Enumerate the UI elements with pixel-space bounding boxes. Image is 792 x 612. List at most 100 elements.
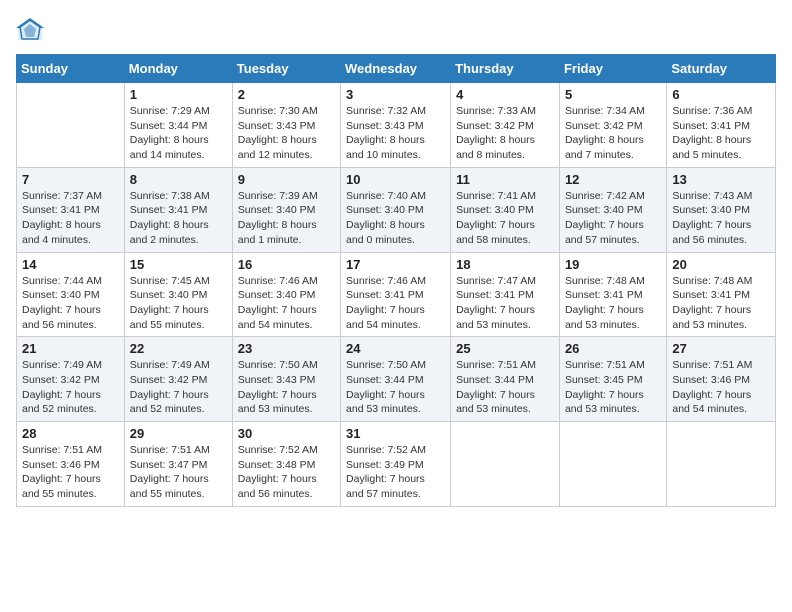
day-number: 6: [672, 87, 770, 102]
calendar-cell: [667, 422, 776, 507]
calendar-cell: 3 Sunrise: 7:32 AMSunset: 3:43 PMDaylight…: [341, 83, 451, 168]
header-day: Wednesday: [341, 55, 451, 83]
logo: [16, 16, 48, 44]
calendar-cell: 21 Sunrise: 7:49 AMSunset: 3:42 PMDayligh…: [17, 337, 125, 422]
day-number: 16: [238, 257, 335, 272]
day-info: Sunrise: 7:42 AMSunset: 3:40 PMDaylight:…: [565, 189, 661, 248]
header-row: SundayMondayTuesdayWednesdayThursdayFrid…: [17, 55, 776, 83]
day-info: Sunrise: 7:38 AMSunset: 3:41 PMDaylight:…: [130, 189, 227, 248]
day-info: Sunrise: 7:51 AMSunset: 3:46 PMDaylight:…: [22, 443, 119, 502]
calendar-cell: 11 Sunrise: 7:41 AMSunset: 3:40 PMDayligh…: [451, 167, 560, 252]
header-day: Friday: [559, 55, 666, 83]
calendar-week-row: 1Sunrise: 7:29 AMSunset: 3:44 PMDaylight…: [17, 83, 776, 168]
calendar-week-row: 14Sunrise: 7:44 AMSunset: 3:40 PMDayligh…: [17, 252, 776, 337]
calendar-cell: 25Sunrise: 7:51 AMSunset: 3:44 PMDayligh…: [451, 337, 560, 422]
calendar-table: SundayMondayTuesdayWednesdayThursdayFrid…: [16, 54, 776, 507]
day-info: Sunrise: 7:30 AMSunset: 3:43 PMDaylight:…: [238, 104, 335, 163]
calendar-cell: 10 Sunrise: 7:40 AMSunset: 3:40 PMDayligh…: [341, 167, 451, 252]
calendar-cell: 5 Sunrise: 7:34 AMSunset: 3:42 PMDaylight…: [559, 83, 666, 168]
day-info: Sunrise: 7:51 AMSunset: 3:47 PMDaylight:…: [130, 443, 227, 502]
calendar-cell: 13Sunrise: 7:43 AMSunset: 3:40 PMDayligh…: [667, 167, 776, 252]
day-number: 27: [672, 341, 770, 356]
day-number: 24: [346, 341, 445, 356]
header-day: Tuesday: [232, 55, 340, 83]
day-info: Sunrise: 7:39 AMSunset: 3:40 PMDaylight:…: [238, 189, 335, 248]
calendar-cell: [559, 422, 666, 507]
day-info: Sunrise: 7:50 AMSunset: 3:43 PMDaylight:…: [238, 358, 335, 417]
day-info: Sunrise: 7:50 AMSunset: 3:44 PMDaylight:…: [346, 358, 445, 417]
calendar-cell: 18Sunrise: 7:47 AMSunset: 3:41 PMDayligh…: [451, 252, 560, 337]
day-number: 22: [130, 341, 227, 356]
header-day: Thursday: [451, 55, 560, 83]
day-info: Sunrise: 7:52 AMSunset: 3:49 PMDaylight:…: [346, 443, 445, 502]
calendar-cell: [451, 422, 560, 507]
day-number: 21: [22, 341, 119, 356]
day-info: Sunrise: 7:46 AMSunset: 3:40 PMDaylight:…: [238, 274, 335, 333]
day-info: Sunrise: 7:32 AMSunset: 3:43 PMDaylight:…: [346, 104, 445, 163]
header: [16, 16, 776, 44]
day-number: 3: [346, 87, 445, 102]
logo-icon: [16, 16, 44, 44]
day-number: 15: [130, 257, 227, 272]
day-info: Sunrise: 7:46 AMSunset: 3:41 PMDaylight:…: [346, 274, 445, 333]
day-info: Sunrise: 7:37 AMSunset: 3:41 PMDaylight:…: [22, 189, 119, 248]
day-info: Sunrise: 7:34 AMSunset: 3:42 PMDaylight:…: [565, 104, 661, 163]
calendar-cell: 20Sunrise: 7:48 AMSunset: 3:41 PMDayligh…: [667, 252, 776, 337]
day-info: Sunrise: 7:48 AMSunset: 3:41 PMDaylight:…: [565, 274, 661, 333]
calendar-cell: 15 Sunrise: 7:45 AMSunset: 3:40 PMDayligh…: [124, 252, 232, 337]
day-info: Sunrise: 7:51 AMSunset: 3:45 PMDaylight:…: [565, 358, 661, 417]
day-number: 19: [565, 257, 661, 272]
calendar-cell: 30 Sunrise: 7:52 AMSunset: 3:48 PMDayligh…: [232, 422, 340, 507]
day-number: 2: [238, 87, 335, 102]
calendar-week-row: 21 Sunrise: 7:49 AMSunset: 3:42 PMDayligh…: [17, 337, 776, 422]
day-info: Sunrise: 7:41 AMSunset: 3:40 PMDaylight:…: [456, 189, 554, 248]
calendar-cell: 2 Sunrise: 7:30 AMSunset: 3:43 PMDaylight…: [232, 83, 340, 168]
calendar-cell: [17, 83, 125, 168]
calendar-cell: 9 Sunrise: 7:39 AMSunset: 3:40 PMDaylight…: [232, 167, 340, 252]
calendar-week-row: 7 Sunrise: 7:37 AMSunset: 3:41 PMDaylight…: [17, 167, 776, 252]
day-info: Sunrise: 7:45 AMSunset: 3:40 PMDaylight:…: [130, 274, 227, 333]
calendar-cell: 23 Sunrise: 7:50 AMSunset: 3:43 PMDayligh…: [232, 337, 340, 422]
calendar-cell: 26 Sunrise: 7:51 AMSunset: 3:45 PMDayligh…: [559, 337, 666, 422]
calendar-cell: 4 Sunrise: 7:33 AMSunset: 3:42 PMDaylight…: [451, 83, 560, 168]
day-number: 4: [456, 87, 554, 102]
day-number: 7: [22, 172, 119, 187]
day-number: 12: [565, 172, 661, 187]
day-number: 31: [346, 426, 445, 441]
calendar-cell: 8 Sunrise: 7:38 AMSunset: 3:41 PMDaylight…: [124, 167, 232, 252]
calendar-cell: 27 Sunrise: 7:51 AMSunset: 3:46 PMDayligh…: [667, 337, 776, 422]
calendar-cell: 16 Sunrise: 7:46 AMSunset: 3:40 PMDayligh…: [232, 252, 340, 337]
day-info: Sunrise: 7:49 AMSunset: 3:42 PMDaylight:…: [22, 358, 119, 417]
day-info: Sunrise: 7:51 AMSunset: 3:46 PMDaylight:…: [672, 358, 770, 417]
calendar-cell: 7 Sunrise: 7:37 AMSunset: 3:41 PMDaylight…: [17, 167, 125, 252]
calendar-cell: 12 Sunrise: 7:42 AMSunset: 3:40 PMDayligh…: [559, 167, 666, 252]
day-number: 14: [22, 257, 119, 272]
day-number: 9: [238, 172, 335, 187]
day-info: Sunrise: 7:47 AMSunset: 3:41 PMDaylight:…: [456, 274, 554, 333]
day-number: 30: [238, 426, 335, 441]
day-info: Sunrise: 7:51 AMSunset: 3:44 PMDaylight:…: [456, 358, 554, 417]
day-info: Sunrise: 7:40 AMSunset: 3:40 PMDaylight:…: [346, 189, 445, 248]
day-number: 11: [456, 172, 554, 187]
day-info: Sunrise: 7:36 AMSunset: 3:41 PMDaylight:…: [672, 104, 770, 163]
calendar-cell: 6 Sunrise: 7:36 AMSunset: 3:41 PMDaylight…: [667, 83, 776, 168]
day-info: Sunrise: 7:33 AMSunset: 3:42 PMDaylight:…: [456, 104, 554, 163]
day-info: Sunrise: 7:52 AMSunset: 3:48 PMDaylight:…: [238, 443, 335, 502]
calendar-cell: 19 Sunrise: 7:48 AMSunset: 3:41 PMDayligh…: [559, 252, 666, 337]
day-number: 8: [130, 172, 227, 187]
calendar-cell: 17Sunrise: 7:46 AMSunset: 3:41 PMDayligh…: [341, 252, 451, 337]
day-number: 26: [565, 341, 661, 356]
day-info: Sunrise: 7:43 AMSunset: 3:40 PMDaylight:…: [672, 189, 770, 248]
header-day: Sunday: [17, 55, 125, 83]
day-number: 28: [22, 426, 119, 441]
day-number: 5: [565, 87, 661, 102]
day-number: 23: [238, 341, 335, 356]
day-info: Sunrise: 7:48 AMSunset: 3:41 PMDaylight:…: [672, 274, 770, 333]
day-number: 10: [346, 172, 445, 187]
day-info: Sunrise: 7:29 AMSunset: 3:44 PMDaylight:…: [130, 104, 227, 163]
calendar-cell: 28 Sunrise: 7:51 AMSunset: 3:46 PMDayligh…: [17, 422, 125, 507]
calendar-cell: 1Sunrise: 7:29 AMSunset: 3:44 PMDaylight…: [124, 83, 232, 168]
calendar-cell: 31 Sunrise: 7:52 AMSunset: 3:49 PMDayligh…: [341, 422, 451, 507]
header-day: Saturday: [667, 55, 776, 83]
calendar-week-row: 28 Sunrise: 7:51 AMSunset: 3:46 PMDayligh…: [17, 422, 776, 507]
